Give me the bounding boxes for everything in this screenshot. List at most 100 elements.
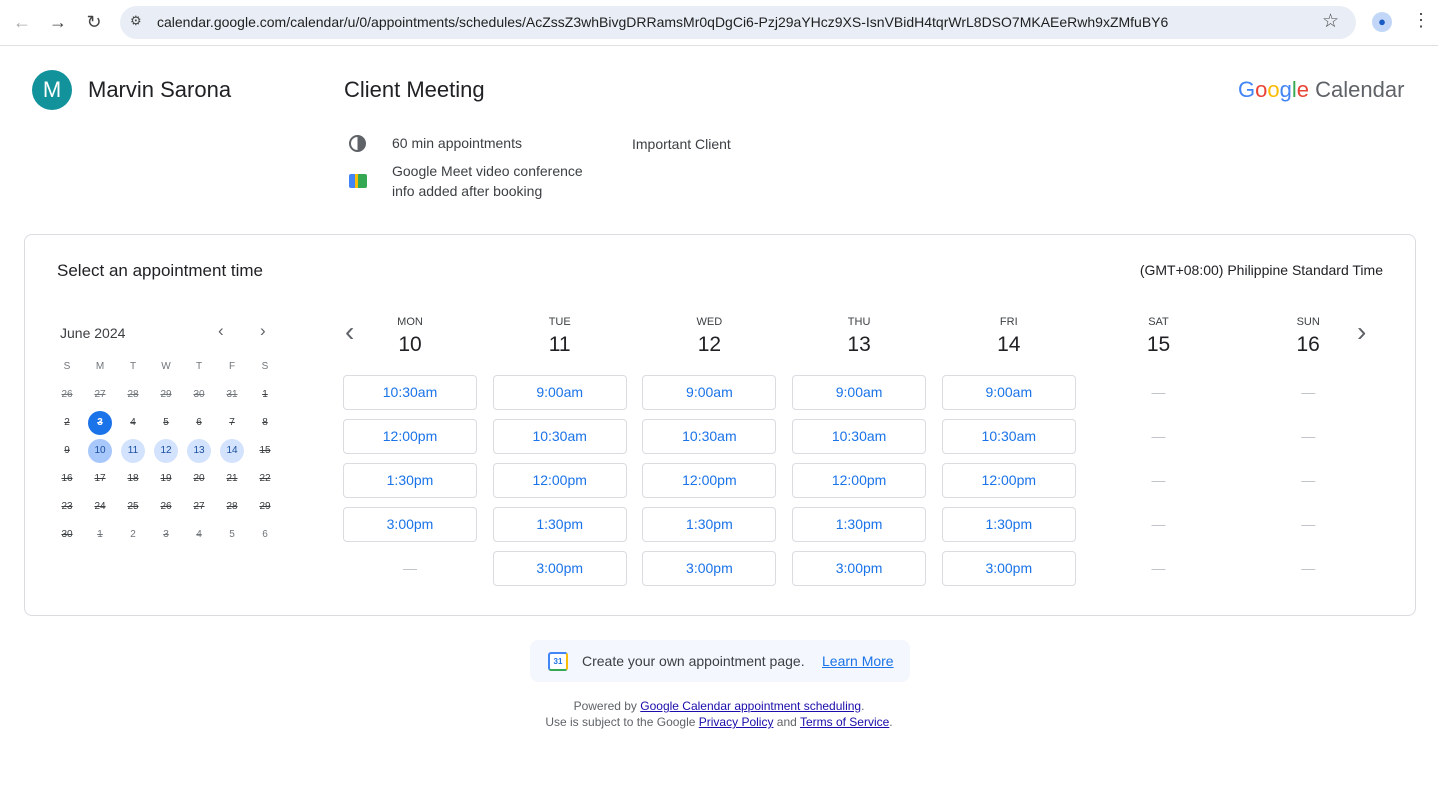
no-slot-dash: —: [1301, 560, 1316, 576]
calendar-day: 7: [229, 417, 235, 428]
time-slot-button[interactable]: 3:00pm: [941, 551, 1076, 586]
calendar-day: 4: [196, 529, 202, 540]
time-slot-button[interactable]: 1:30pm: [343, 463, 477, 498]
google-calendar-logo: Google Calendar: [1238, 77, 1404, 103]
no-slot-dash: —: [1151, 560, 1166, 576]
prev-month-button[interactable]: ‹: [218, 321, 224, 341]
time-slot-button[interactable]: 12:00pm: [642, 463, 777, 498]
weekday-label: T: [195, 361, 203, 372]
day-of-week: THU: [847, 316, 871, 328]
site-settings-icon[interactable]: ⚙: [130, 13, 142, 29]
time-slot-button[interactable]: 1:30pm: [642, 507, 777, 542]
calendar-day: 3: [88, 411, 112, 435]
time-slot-button[interactable]: 12:00pm: [941, 463, 1076, 498]
day-number: 16: [1296, 333, 1320, 356]
calendar-day: 28: [127, 389, 139, 400]
no-slot-dash: —: [1301, 384, 1316, 400]
time-slot-button[interactable]: 9:00am: [792, 375, 927, 410]
calendar-day: 29: [259, 501, 271, 512]
google-meet-icon: [349, 174, 367, 188]
no-slot-dash: —: [403, 560, 417, 576]
time-slot-button[interactable]: 9:00am: [492, 375, 627, 410]
timezone-selector[interactable]: (GMT+08:00) Philippine Standard Time: [1000, 262, 1383, 278]
calendar-day: 28: [226, 501, 238, 512]
weekday-label: T: [129, 361, 137, 372]
footer-terms: Use is subject to the Google Privacy Pol…: [0, 715, 1438, 729]
conference-info: Google Meet video conference info added a…: [392, 161, 583, 201]
time-slot-button[interactable]: 9:00am: [642, 375, 777, 410]
time-slot-button[interactable]: 12:00pm: [343, 419, 477, 454]
calendar-day: 25: [127, 501, 139, 512]
next-month-button[interactable]: ›: [260, 321, 266, 341]
conference-line-2: info added after booking: [392, 183, 543, 199]
time-slot-button[interactable]: 1:30pm: [941, 507, 1076, 542]
no-slot-dash: —: [1301, 516, 1316, 532]
calendar-day-available[interactable]: 10: [88, 439, 112, 463]
calendar-day: 1: [97, 529, 103, 540]
time-slot-button[interactable]: 10:30am: [492, 419, 627, 454]
url-text[interactable]: calendar.google.com/calendar/u/0/appoint…: [157, 14, 1168, 30]
calendar-day: 6: [262, 529, 268, 540]
privacy-policy-link[interactable]: Privacy Policy: [699, 715, 774, 729]
no-slot-dash: —: [1301, 472, 1316, 488]
promo-banner: 31 Create your own appointment page. Lea…: [530, 640, 910, 682]
calendar-day: 6: [196, 417, 202, 428]
page-title: Client Meeting: [344, 77, 485, 102]
calendar-day-available[interactable]: 11: [121, 439, 145, 463]
weekday-label: S: [63, 361, 71, 372]
time-slot-button[interactable]: 1:30pm: [492, 507, 627, 542]
calendar-day: 27: [94, 389, 106, 400]
time-slot-button[interactable]: 10:30am: [941, 419, 1076, 454]
back-button[interactable]: ←: [10, 12, 34, 33]
day-of-week: SAT: [1148, 316, 1169, 328]
day-number: 14: [997, 333, 1021, 356]
browser-toolbar: ← → ↻ ⚙ calendar.google.com/calendar/u/0…: [0, 0, 1438, 46]
calendar-day: 21: [226, 473, 238, 484]
calendar-day: 16: [61, 473, 73, 484]
no-slot-dash: —: [1151, 384, 1166, 400]
time-slot-button[interactable]: 10:30am: [343, 375, 477, 410]
time-slot-button[interactable]: 1:30pm: [792, 507, 927, 542]
time-slot-button[interactable]: 3:00pm: [343, 507, 477, 542]
menu-icon[interactable]: ⋮: [1412, 10, 1430, 31]
calendar-day-available[interactable]: 13: [187, 439, 211, 463]
no-slot-dash: —: [1151, 516, 1166, 532]
time-slot-button[interactable]: 10:30am: [642, 419, 777, 454]
profile-icon[interactable]: ●: [1372, 12, 1392, 32]
footer-powered: Powered by Google Calendar appointment s…: [0, 699, 1438, 713]
reload-button[interactable]: ↻: [82, 12, 106, 33]
host-avatar: M: [32, 70, 72, 110]
day-number: 11: [548, 333, 571, 356]
calendar-day: 5: [163, 417, 169, 428]
calendar-day-available[interactable]: 14: [220, 439, 244, 463]
forward-button[interactable]: →: [46, 12, 70, 33]
duration-text: 60 min appointments: [392, 135, 522, 151]
scheduling-link[interactable]: Google Calendar appointment scheduling: [640, 699, 861, 713]
time-slot-button[interactable]: 3:00pm: [492, 551, 627, 586]
time-slot-button[interactable]: 10:30am: [792, 419, 927, 454]
day-of-week: SUN: [1296, 316, 1320, 328]
time-slot-button[interactable]: 3:00pm: [792, 551, 927, 586]
calendar-day: 15: [259, 445, 271, 456]
bookmark-star-icon[interactable]: ☆: [1322, 10, 1339, 33]
time-slot-button[interactable]: 9:00am: [941, 375, 1076, 410]
calendar-day: 18: [127, 473, 139, 484]
calendar-day: 24: [94, 501, 106, 512]
calendar-day: 17: [94, 473, 106, 484]
time-slot-button[interactable]: 12:00pm: [492, 463, 627, 498]
footer-text: .: [861, 699, 865, 713]
time-slot-button[interactable]: 3:00pm: [642, 551, 777, 586]
calendar-day-available[interactable]: 12: [154, 439, 178, 463]
footer-text: Use is subject to the Google: [545, 715, 699, 729]
day-number: 10: [398, 333, 422, 356]
day-number: 12: [697, 333, 722, 356]
learn-more-link[interactable]: Learn More: [822, 653, 894, 669]
booking-heading: Select an appointment time: [57, 261, 264, 280]
calendar-day: 31: [226, 389, 238, 400]
time-slot-button[interactable]: 12:00pm: [792, 463, 927, 498]
mini-calendar-month: June 2024: [60, 325, 126, 341]
footer-text: .: [889, 715, 893, 729]
day-number: 15: [1146, 333, 1171, 356]
terms-of-service-link[interactable]: Terms of Service: [800, 715, 889, 729]
calendar-day: 2: [64, 417, 70, 428]
